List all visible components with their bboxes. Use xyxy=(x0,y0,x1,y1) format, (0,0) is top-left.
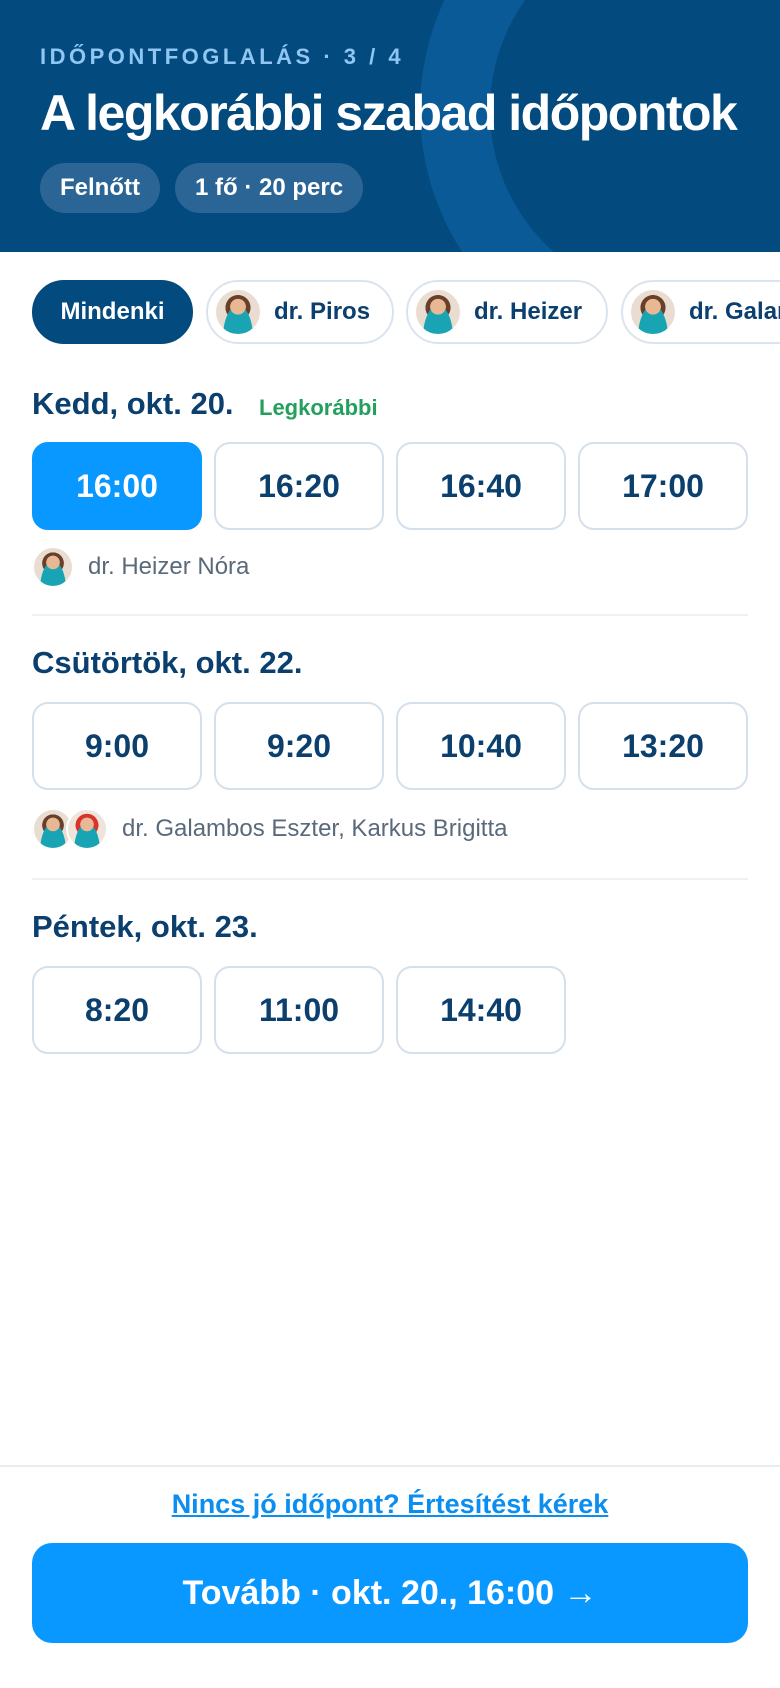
doctor-avatar xyxy=(66,808,108,850)
doctor-filter-bar: Mindenki dr. Piros dr. Heizer dr. Galamb… xyxy=(0,280,780,346)
doctor-names: dr. Galambos Eszter, Karkus Brigitta xyxy=(122,815,508,842)
patient-type-pill: Felnőtt xyxy=(40,163,160,213)
earliest-badge: Legkorábbi xyxy=(259,395,378,420)
time-slot[interactable]: 11:00 xyxy=(214,966,384,1054)
doctor-avatar xyxy=(629,288,677,336)
step-indicator: IDŐPONTFOGLALÁS · 3 / 4 xyxy=(40,44,405,69)
filter-chip-label: dr. Galambos xyxy=(689,298,780,325)
next-button[interactable]: Tovább · okt. 20., 16:00 → xyxy=(32,1543,748,1643)
time-slot[interactable]: 9:00 xyxy=(32,702,202,790)
divider xyxy=(32,614,748,616)
time-slot-selected[interactable]: 16:00 xyxy=(32,442,202,530)
day-title: Péntek, okt. 23. xyxy=(32,909,258,944)
doctor-avatar xyxy=(214,288,262,336)
duration-pill: 1 fő · 20 perc xyxy=(175,163,364,213)
filter-chip-piros[interactable]: dr. Piros xyxy=(206,280,394,344)
time-slot[interactable]: 10:40 xyxy=(396,702,566,790)
day-title: Csütörtök, okt. 22. xyxy=(32,645,303,680)
time-slot[interactable]: 9:20 xyxy=(214,702,384,790)
filter-chip-galambos[interactable]: dr. Galambos xyxy=(621,280,780,344)
filter-chip-label: dr. Piros xyxy=(274,298,371,325)
divider xyxy=(32,878,748,880)
doctor-names: dr. Heizer Nóra xyxy=(88,553,250,580)
time-slot[interactable]: 13:20 xyxy=(578,702,748,790)
time-slot[interactable]: 14:40 xyxy=(396,966,566,1054)
time-slot[interactable]: 16:20 xyxy=(214,442,384,530)
time-slot[interactable]: 17:00 xyxy=(578,442,748,530)
time-slot[interactable]: 8:20 xyxy=(32,966,202,1054)
notify-me-link[interactable]: Nincs jó időpont? Értesítést kérek xyxy=(0,1489,780,1520)
page-title: A legkorábbi szabad időpontok xyxy=(40,85,738,141)
filter-chip-all[interactable]: Mindenki xyxy=(32,280,193,344)
filter-chip-label: dr. Heizer xyxy=(474,298,583,325)
doctor-avatar xyxy=(414,288,462,336)
doctor-avatar xyxy=(32,546,74,588)
header: IDŐPONTFOGLALÁS · 3 / 4 A legkorábbi sza… xyxy=(0,0,780,252)
day-title: Kedd, okt. 20. xyxy=(32,386,234,421)
day-doctors: dr. Heizer Nóra xyxy=(32,546,249,588)
day-doctors: dr. Galambos Eszter, Karkus Brigitta xyxy=(32,808,508,850)
filter-chip-label: Mindenki xyxy=(60,298,165,325)
filter-chip-heizer[interactable]: dr. Heizer xyxy=(406,280,608,344)
time-slot[interactable]: 16:40 xyxy=(396,442,566,530)
